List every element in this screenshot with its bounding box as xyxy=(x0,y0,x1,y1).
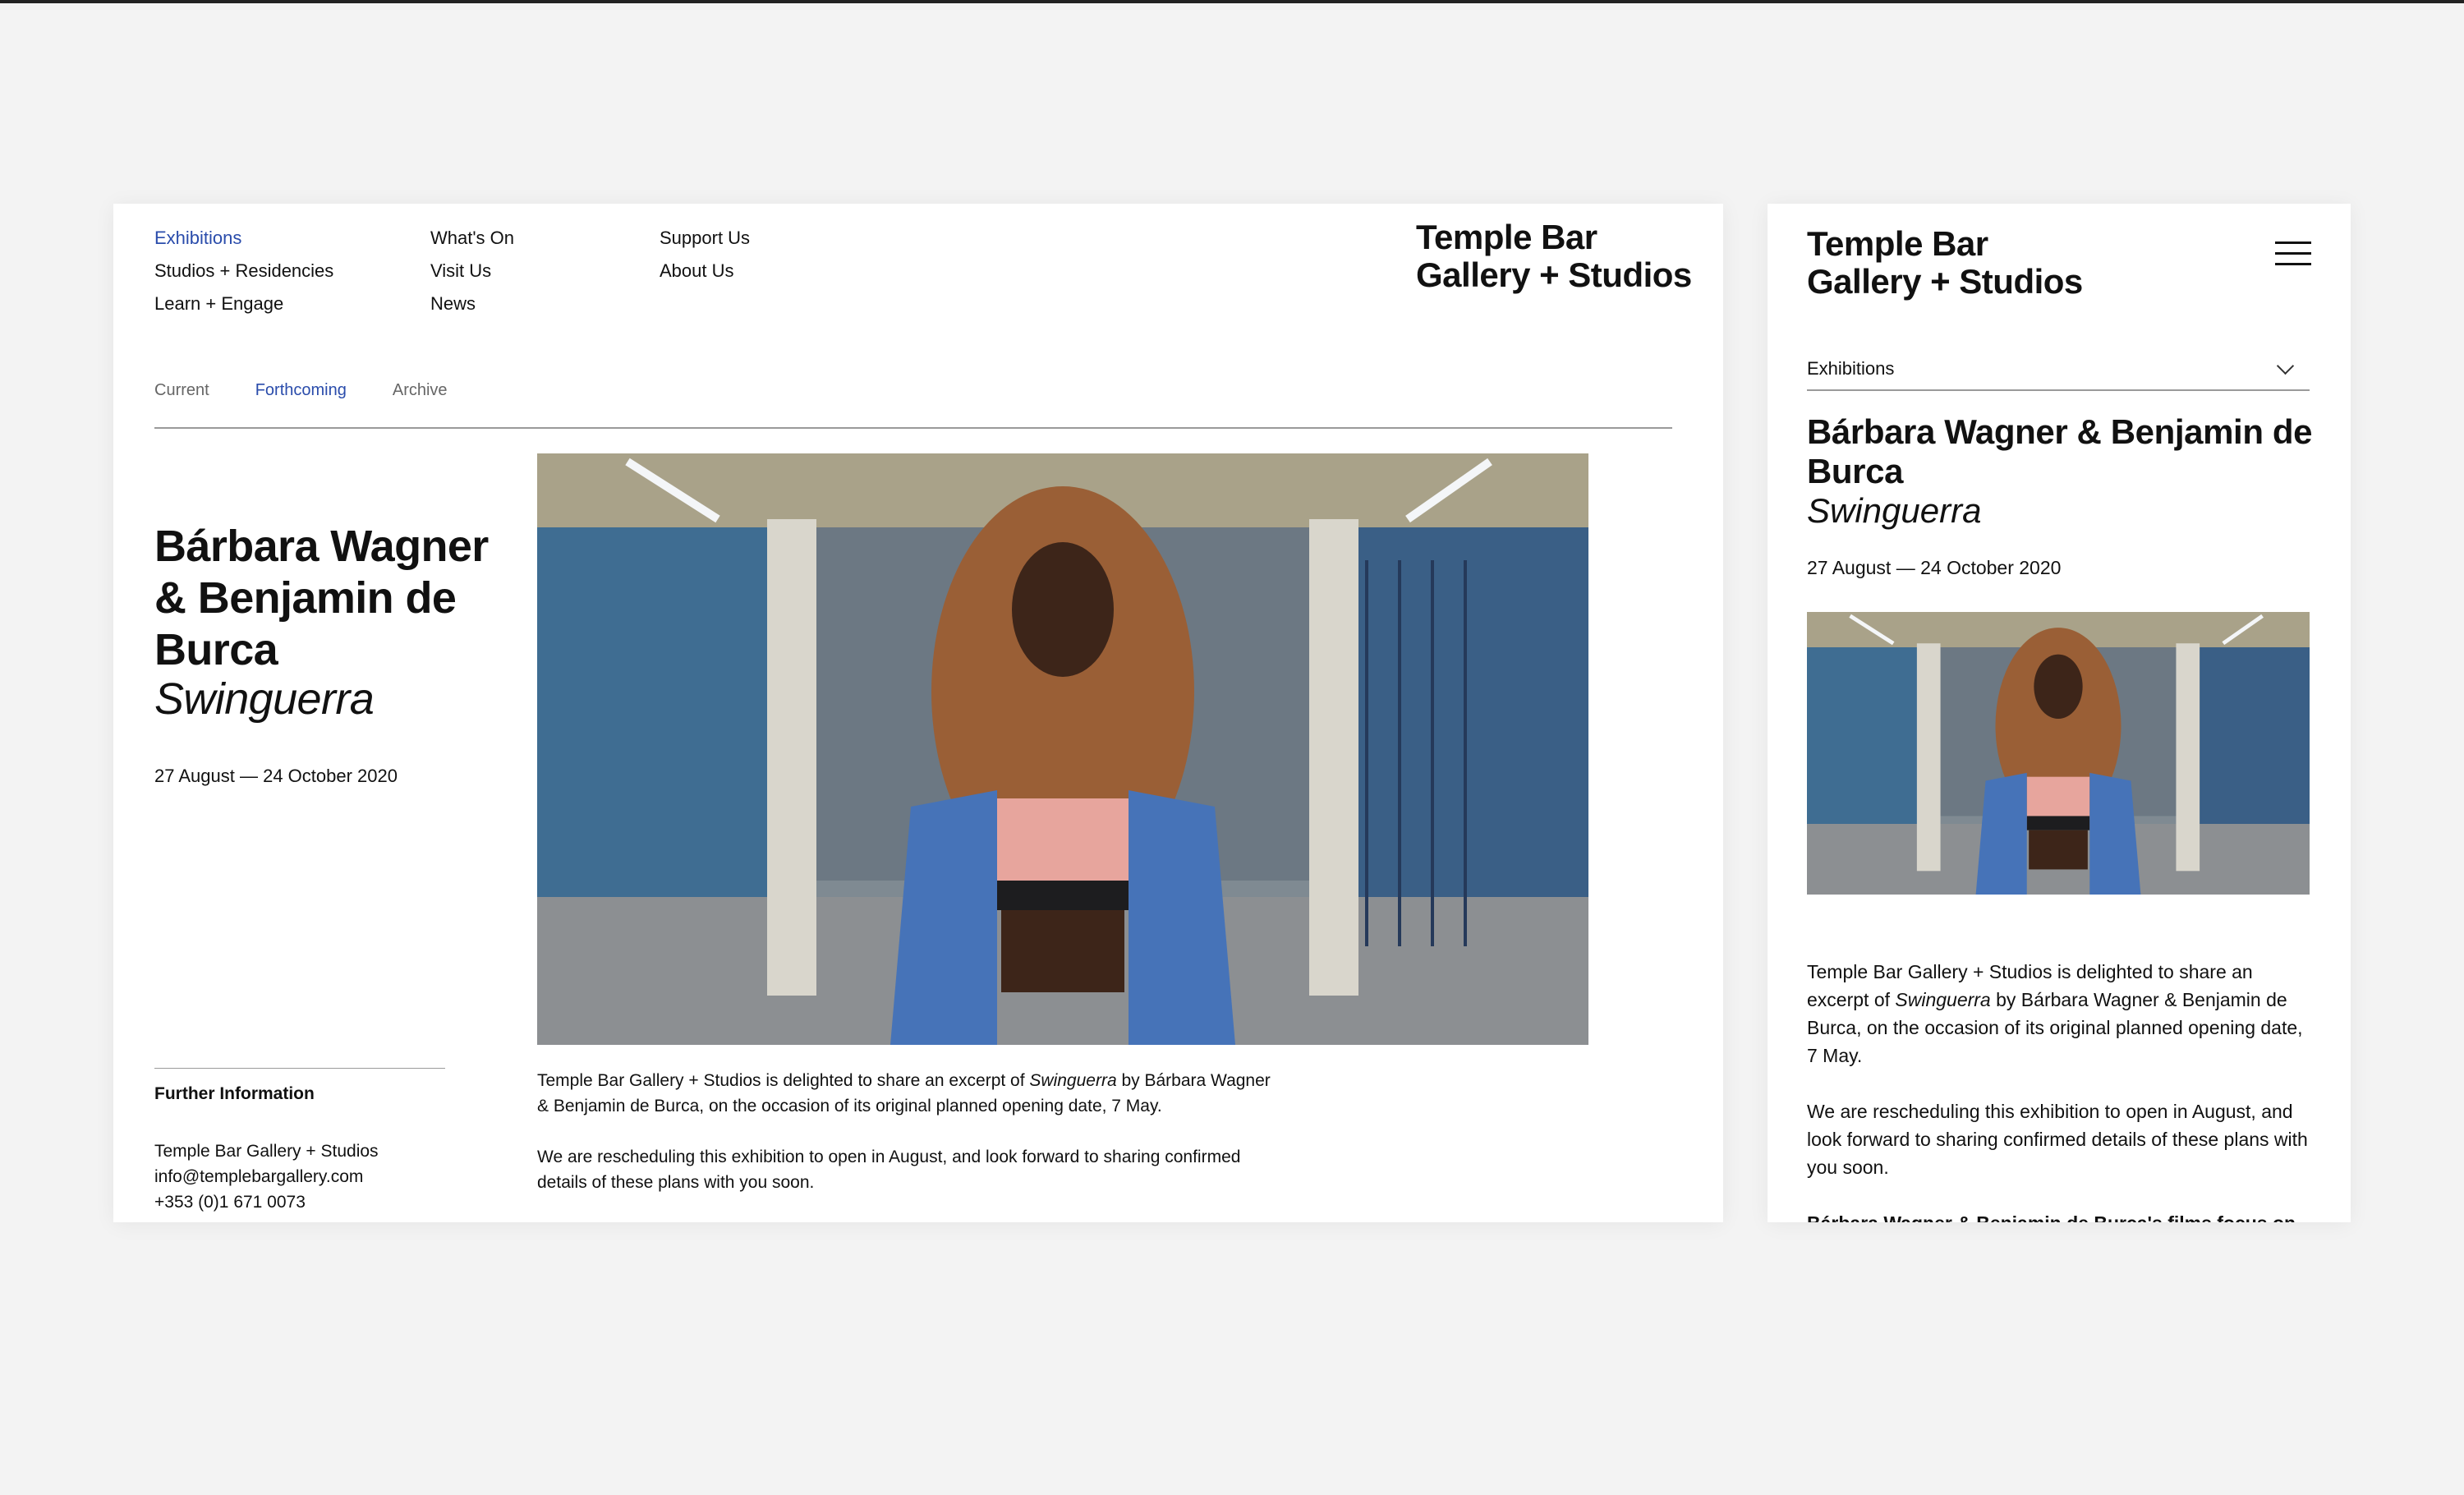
mobile-logo-line-2: Gallery + Studios xyxy=(1807,262,2083,301)
site-logo[interactable]: Temple Bar Gallery + Studios xyxy=(1416,218,1692,294)
mobile-site-logo[interactable]: Temple Bar Gallery + Studios xyxy=(1807,225,2083,301)
nav-link-news[interactable]: News xyxy=(430,288,514,320)
nav-link-support-us[interactable]: Support Us xyxy=(660,222,750,255)
exhibition-dates: 27 August — 24 October 2020 xyxy=(154,766,398,786)
mobile-description-paragraph-1: Temple Bar Gallery + Studios is delighte… xyxy=(1807,958,2316,1070)
tab-archive[interactable]: Archive xyxy=(393,381,448,400)
further-info: Temple Bar Gallery + Studios info@temple… xyxy=(154,1138,379,1215)
mobile-logo-line-1: Temple Bar xyxy=(1807,224,1988,263)
mobile-description-paragraph-2: We are rescheduling this exhibition to o… xyxy=(1807,1101,2308,1178)
mobile-exhibition-photo xyxy=(1807,612,2310,895)
info-divider xyxy=(154,1068,445,1069)
m-p1-em: Swinguerra xyxy=(1895,989,1991,1010)
section-dropdown[interactable]: Exhibitions xyxy=(1807,355,2310,391)
mobile-view: Temple Bar Gallery + Studios Exhibitions… xyxy=(1768,204,2351,1222)
exhibition-photo xyxy=(537,453,1588,1045)
hamburger-icon[interactable] xyxy=(2275,242,2311,266)
p1-em: Swinguerra xyxy=(1029,1071,1117,1090)
mobile-exhibition-artists: Bárbara Wagner & Benjamin de Burca xyxy=(1807,412,2313,490)
main-nav-column-2: What's On Visit Us News xyxy=(430,222,514,320)
exhibition-description: Temple Bar Gallery + Studios is delighte… xyxy=(537,1068,1276,1221)
description-paragraph-1: Temple Bar Gallery + Studios is delighte… xyxy=(537,1068,1276,1119)
subtabs-divider xyxy=(154,427,1672,429)
further-info-heading: Further Information xyxy=(154,1084,315,1103)
tab-current[interactable]: Current xyxy=(154,381,209,400)
main-nav-column-1: Exhibitions Studios + Residencies Learn … xyxy=(154,222,333,320)
nav-link-visit-us[interactable]: Visit Us xyxy=(430,255,514,288)
nav-link-studios-residencies[interactable]: Studios + Residencies xyxy=(154,255,333,288)
mobile-exhibition-dates: 27 August — 24 October 2020 xyxy=(1807,557,2062,578)
nav-link-about-us[interactable]: About Us xyxy=(660,255,750,288)
exhibition-artists: Bárbara Wagner & Benjamin de Burca xyxy=(154,522,489,674)
p1-text: Temple Bar Gallery + Studios is delighte… xyxy=(537,1071,1030,1090)
exhibition-subtabs: Current Forthcoming Archive xyxy=(154,381,448,400)
chevron-down-icon xyxy=(2276,356,2295,375)
info-org: Temple Bar Gallery + Studios xyxy=(154,1142,379,1161)
info-email[interactable]: info@templebargallery.com xyxy=(154,1164,379,1189)
top-border xyxy=(0,0,2464,3)
main-nav-column-3: Support Us About Us xyxy=(660,222,750,288)
tab-forthcoming[interactable]: Forthcoming xyxy=(255,381,347,400)
exhibition-title: Swinguerra xyxy=(154,674,375,724)
mobile-exhibition-description: Temple Bar Gallery + Studios is delighte… xyxy=(1807,958,2316,1222)
dropdown-label: Exhibitions xyxy=(1807,358,1895,379)
desktop-view: Exhibitions Studios + Residencies Learn … xyxy=(113,204,1723,1222)
logo-line-2: Gallery + Studios xyxy=(1416,255,1692,294)
description-paragraph-2: We are rescheduling this exhibition to o… xyxy=(537,1148,1241,1192)
info-phone[interactable]: +353 (0)1 671 0073 xyxy=(154,1189,379,1215)
mobile-exhibition-title: Swinguerra xyxy=(1807,491,1982,530)
nav-link-exhibitions[interactable]: Exhibitions xyxy=(154,222,333,255)
mobile-description-paragraph-3: Bárbara Wagner & Benjamin de Burca's fil… xyxy=(1807,1209,2316,1222)
logo-line-1: Temple Bar xyxy=(1416,218,1597,256)
nav-link-learn-engage[interactable]: Learn + Engage xyxy=(154,288,333,320)
nav-link-whats-on[interactable]: What's On xyxy=(430,222,514,255)
dropdown-underline xyxy=(1807,389,2310,391)
